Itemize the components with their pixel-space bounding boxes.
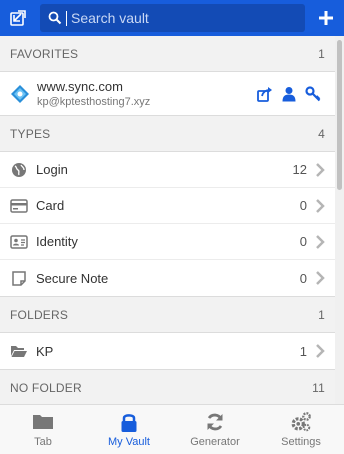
text-cursor: [66, 10, 67, 26]
folder-open-icon: [10, 342, 28, 360]
site-favicon-icon: [10, 84, 30, 104]
refresh-icon: [204, 411, 226, 433]
popout-button[interactable]: [0, 0, 36, 36]
types-count: 4: [318, 126, 325, 141]
type-count: 0: [299, 234, 307, 249]
type-count: 12: [292, 162, 307, 177]
folder-label: KP: [36, 343, 54, 359]
folders-count: 1: [318, 307, 325, 322]
tab-my-vault[interactable]: My Vault: [86, 405, 172, 454]
favorite-item[interactable]: www.sync.com kp@kptesthosting7.xyz: [0, 72, 335, 115]
favorites-list: www.sync.com kp@kptesthosting7.xyz: [0, 71, 335, 116]
type-label: Card: [36, 198, 65, 213]
chevron-right-icon: [315, 344, 325, 358]
cogs-icon: [290, 411, 312, 433]
scrollbar-thumb[interactable]: [337, 40, 342, 190]
copy-password-key-icon[interactable]: [301, 82, 325, 106]
add-item-button[interactable]: [308, 0, 344, 36]
types-title: TYPES: [10, 126, 51, 141]
no-folder-title: NO FOLDER: [10, 380, 82, 395]
favorite-username: kp@kptesthosting7.xyz: [37, 96, 151, 108]
folders-list: KP 1: [0, 332, 335, 370]
favorites-title: FAVORITES: [10, 46, 79, 61]
tab-settings[interactable]: Settings: [258, 405, 344, 454]
tab-label: Settings: [281, 436, 321, 448]
chevron-right-icon: [315, 162, 325, 177]
bottom-tab-bar: Tab My Vault Generator Settings: [0, 404, 344, 454]
chevron-right-icon: [315, 198, 325, 213]
globe-icon: [10, 161, 28, 179]
favorite-name: www.sync.com: [37, 79, 123, 94]
tab-generator[interactable]: Generator: [172, 405, 258, 454]
chevron-right-icon: [315, 271, 325, 285]
no-folder-header: NO FOLDER 11: [0, 370, 335, 404]
credit-card-icon: [10, 197, 28, 215]
tab-tab[interactable]: Tab: [0, 405, 86, 454]
folder-icon: [32, 411, 54, 433]
chevron-right-icon: [315, 234, 325, 249]
top-bar: [0, 0, 344, 36]
type-item-secure-note[interactable]: Secure Note 0: [0, 260, 335, 296]
tab-label: Tab: [34, 436, 52, 448]
types-list: Login 12 Card 0 Identity 0 Secure Note 0: [0, 151, 335, 297]
folder-count: 1: [299, 343, 307, 359]
lock-icon: [118, 411, 140, 433]
type-label: Secure Note: [36, 270, 109, 286]
sticky-note-icon: [10, 269, 28, 287]
search-box[interactable]: [40, 4, 305, 32]
type-label: Login: [36, 162, 68, 177]
scrollbar[interactable]: [335, 36, 344, 404]
folders-title: FOLDERS: [10, 307, 69, 322]
type-count: 0: [299, 270, 307, 286]
favorites-header: FAVORITES 1: [0, 36, 335, 71]
launch-icon[interactable]: [253, 82, 277, 106]
type-item-card[interactable]: Card 0: [0, 188, 335, 224]
copy-username-icon[interactable]: [277, 82, 301, 106]
types-header: TYPES 4: [0, 116, 335, 151]
id-card-icon: [10, 233, 28, 251]
tab-label: Generator: [190, 436, 240, 448]
plus-icon: [318, 10, 334, 26]
type-label: Identity: [36, 234, 78, 249]
search-input[interactable]: [71, 10, 301, 26]
search-icon: [48, 11, 62, 25]
folders-header: FOLDERS 1: [0, 297, 335, 332]
popout-icon: [9, 9, 27, 27]
type-count: 0: [299, 198, 307, 213]
favorites-count: 1: [318, 46, 325, 61]
no-folder-count: 11: [312, 380, 325, 395]
folder-item-kp[interactable]: KP 1: [0, 333, 335, 369]
tab-label: My Vault: [108, 436, 150, 448]
type-item-login[interactable]: Login 12: [0, 152, 335, 188]
type-item-identity[interactable]: Identity 0: [0, 224, 335, 260]
vault-content: FAVORITES 1 www.sync.com kp@kptesthostin…: [0, 36, 335, 404]
